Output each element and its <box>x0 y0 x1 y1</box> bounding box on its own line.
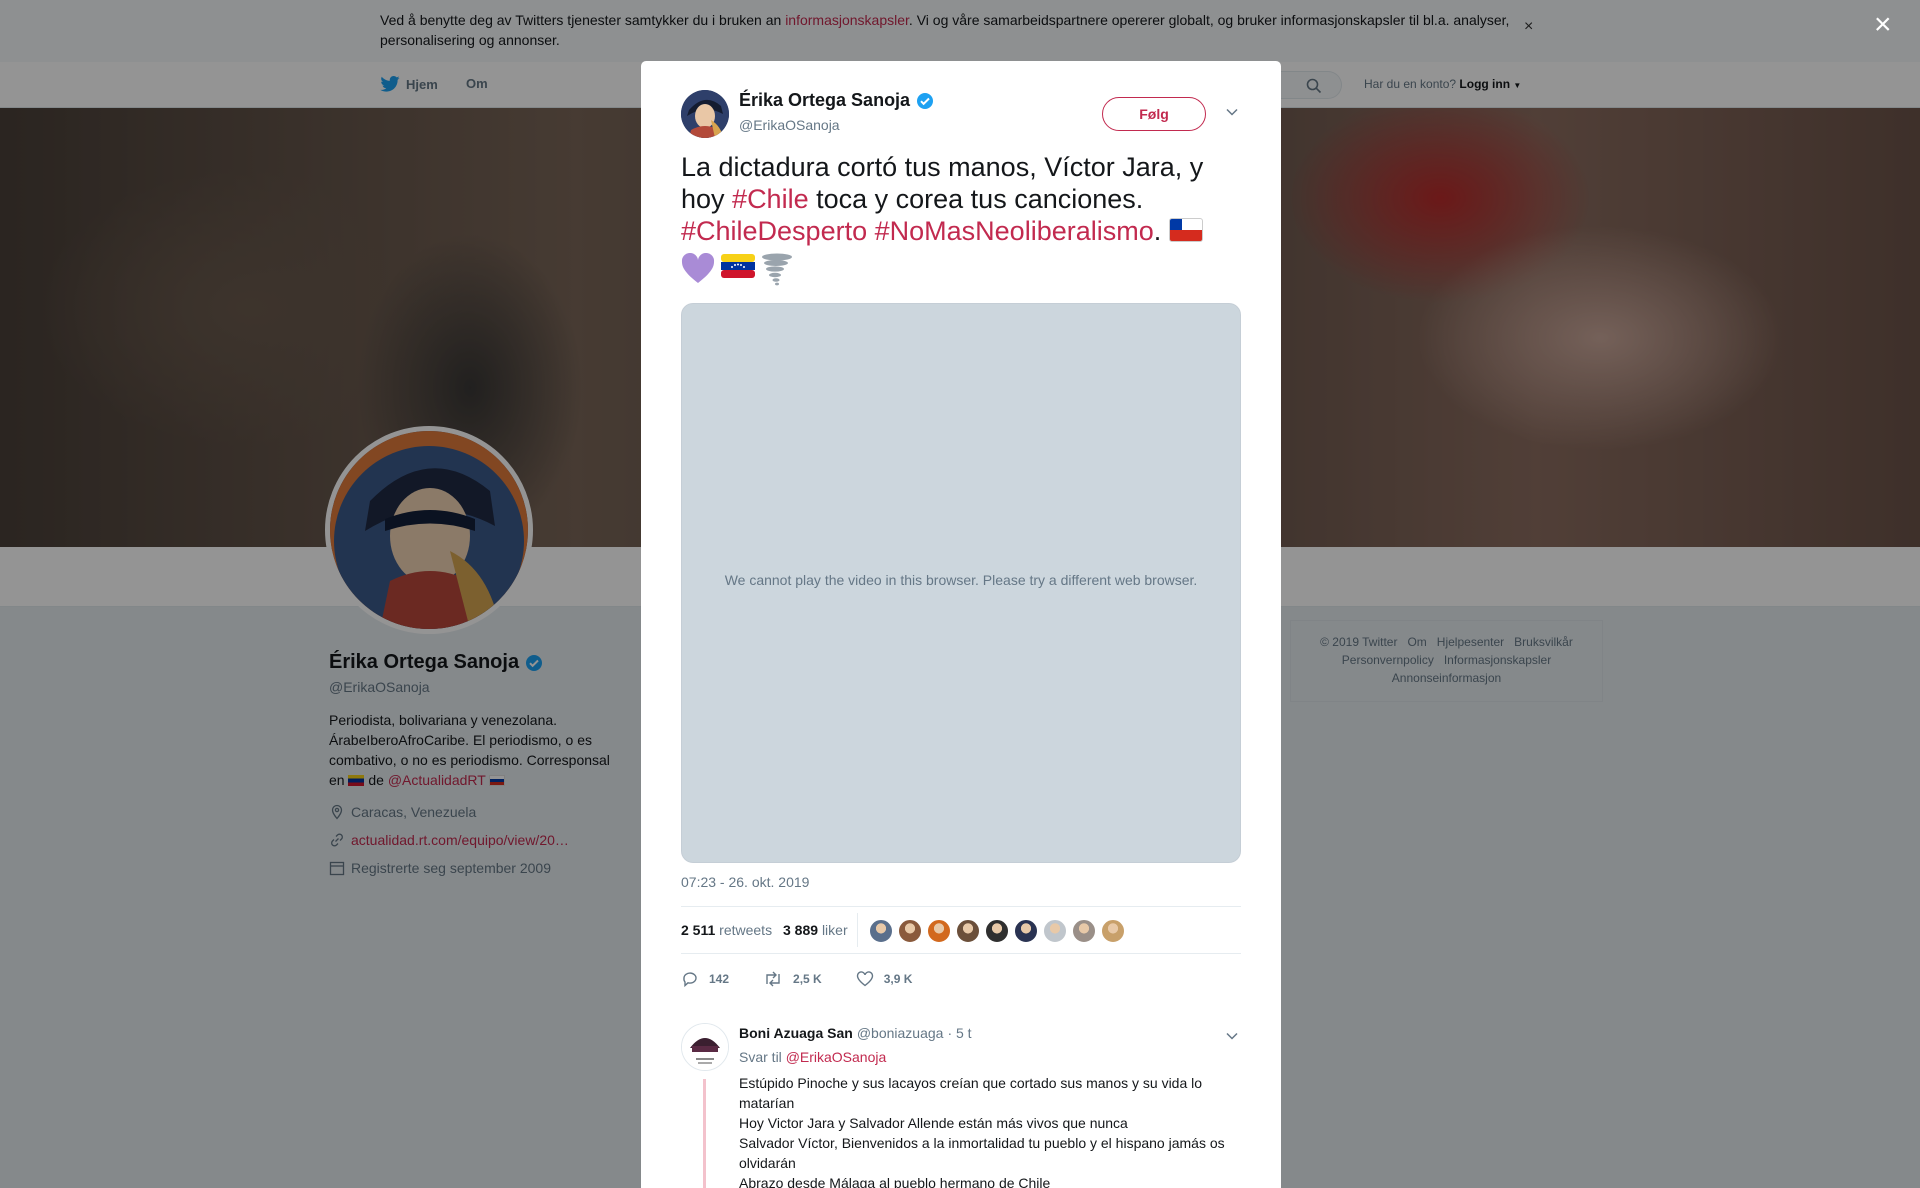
like-count: 3,9 K <box>883 972 913 986</box>
avatar-illustration <box>682 1024 728 1070</box>
reply-count: 142 <box>709 972 730 986</box>
reply-text-line: Hoy Victor Jara y Salvador Allende están… <box>739 1115 1128 1131</box>
reply-author-name[interactable]: Boni Azuaga San <box>739 1025 853 1041</box>
reply-text-line: Abrazo desde Málaga al pueblo hermano de… <box>739 1175 1051 1188</box>
retweets-label: retweets <box>719 922 773 938</box>
thread-line <box>703 1079 706 1188</box>
liker-avatar[interactable] <box>1014 919 1038 943</box>
reply-header: Boni Azuaga San @boniazuaga · 5 t <box>739 1025 972 1041</box>
tweet-text-part: toca y corea tus canciones. <box>808 184 1144 214</box>
chile-flag-icon <box>1168 218 1203 242</box>
reply-text: Estúpido Pinoche y sus lacayos creían qu… <box>739 1073 1239 1188</box>
liker-avatar[interactable] <box>1043 919 1067 943</box>
tweet-text-part: . <box>1153 216 1169 246</box>
reply-icon <box>683 972 697 988</box>
tweet-emoji-row <box>681 253 793 287</box>
video-error-message: We cannot play the video in this browser… <box>724 572 1198 588</box>
tweet-author-avatar[interactable] <box>681 90 729 138</box>
reply-time[interactable]: · 5 t <box>947 1025 971 1041</box>
hashtag-nomasneoliberalismo[interactable]: #NoMasNeoliberalismo <box>875 216 1154 246</box>
tweet-actions: 142 2,5 K 3,9 K <box>681 965 946 993</box>
stats-divider <box>857 913 858 947</box>
hashtag-chile[interactable]: #Chile <box>732 184 809 214</box>
reply-action[interactable]: 142 <box>681 965 729 993</box>
tweet-author-handle[interactable]: @ErikaOSanoja <box>739 117 840 133</box>
liker-avatars <box>869 919 1125 943</box>
avatar-illustration <box>681 90 729 138</box>
chevron-down-icon[interactable] <box>1225 1029 1239 1043</box>
liker-avatar[interactable] <box>898 919 922 943</box>
reply-text-line: Estúpido Pinoche y sus lacayos creían qu… <box>739 1075 1203 1111</box>
hashtag-chiledesperto[interactable]: #ChileDesperto <box>681 216 867 246</box>
like-action[interactable]: 3,9 K <box>856 965 913 993</box>
reply-to-label: Svar til <box>739 1049 782 1065</box>
likes-stat[interactable]: 3 889 liker <box>783 922 848 938</box>
tweet-timestamp[interactable]: 07:23 - 26. okt. 2019 <box>681 874 809 890</box>
liker-avatar[interactable] <box>869 919 893 943</box>
retweets-stat[interactable]: 2 511 retweets <box>681 922 772 938</box>
video-player[interactable]: We cannot play the video in this browser… <box>681 303 1241 863</box>
liker-avatar[interactable] <box>1101 919 1125 943</box>
retweet-icon <box>766 971 780 987</box>
tweet-modal: Érika Ortega Sanoja @ErikaOSanoja Følg L… <box>641 61 1281 1188</box>
reply-author-avatar[interactable] <box>681 1023 729 1071</box>
tweet-stats: 2 511 retweets 3 889 liker <box>681 906 1241 954</box>
tweet-text: La dictadura cortó tus manos, Víctor Jar… <box>681 151 1241 247</box>
venezuela-flag-icon <box>721 254 755 278</box>
reply-text-line: Salvador Víctor, Bienvenidos a la inmort… <box>739 1135 1225 1171</box>
tweet-author-name-text: Érika Ortega Sanoja <box>739 90 911 110</box>
likes-count: 3 889 <box>783 922 819 938</box>
purple-heart-icon <box>681 253 715 283</box>
chevron-down-icon[interactable] <box>1225 105 1239 119</box>
likes-label: liker <box>821 922 848 938</box>
liker-avatar[interactable] <box>1072 919 1096 943</box>
reply-to-mention[interactable]: @ErikaOSanoja <box>786 1049 887 1065</box>
reply-to-line: Svar til @ErikaOSanoja <box>739 1049 886 1065</box>
modal-close-button[interactable]: × <box>1874 10 1892 40</box>
retweet-count: 2,5 K <box>793 972 822 986</box>
retweets-count: 2 511 <box>681 922 716 938</box>
liker-avatar[interactable] <box>985 919 1009 943</box>
verified-badge-icon <box>917 92 934 109</box>
reply-author-handle[interactable]: @boniazuaga <box>857 1025 944 1041</box>
liker-avatar[interactable] <box>956 919 980 943</box>
heart-icon <box>856 971 873 987</box>
liker-avatar[interactable] <box>927 919 951 943</box>
tweet-author-name[interactable]: Érika Ortega Sanoja <box>739 90 934 111</box>
follow-button[interactable]: Følg <box>1102 97 1206 131</box>
retweet-action[interactable]: 2,5 K <box>763 965 822 993</box>
tornado-icon <box>762 253 792 286</box>
